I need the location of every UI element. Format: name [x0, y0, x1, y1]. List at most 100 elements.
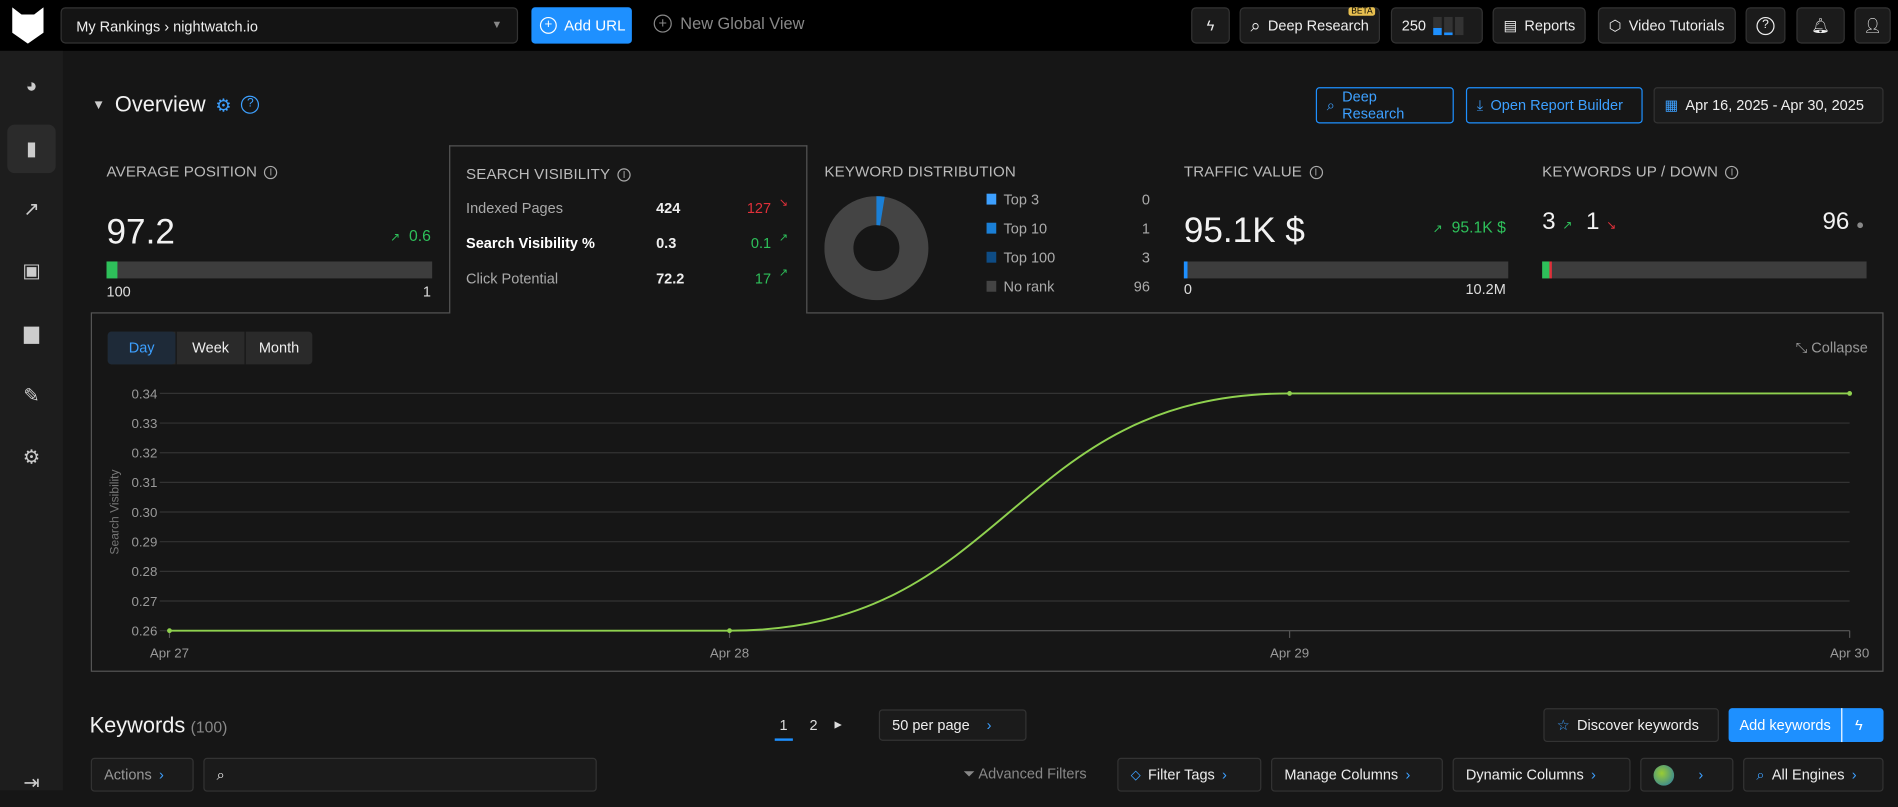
bar-chart-icon[interactable]: ▮: [7, 124, 56, 174]
info-icon[interactable]: i: [264, 165, 278, 179]
nightwatch-logo[interactable]: [12, 7, 44, 44]
beta-badge: BETA: [1348, 7, 1376, 16]
file-icon[interactable]: ▆: [7, 309, 55, 357]
open-report-builder-button[interactable]: ⤓ Open Report Builder: [1465, 87, 1643, 124]
page-1[interactable]: 1: [774, 717, 793, 741]
graduation-cap-icon: ⬡: [1608, 16, 1622, 34]
keywords-up-down-card: KEYWORDS UP / DOWN i 3 ↗ 1 ↘ 96 ●: [1542, 145, 1867, 312]
data-point[interactable]: [1847, 390, 1853, 396]
download-icon: ⤓: [1476, 96, 1484, 114]
y-tick-label: 0.33: [131, 416, 157, 431]
keywords-up-down-bar: [1542, 261, 1867, 279]
data-point[interactable]: [1287, 390, 1293, 396]
search-visibility-card[interactable]: SEARCH VISIBILITY i Indexed Pages 424 127…: [449, 145, 808, 314]
sidebar: ◕ ▮ ↗ ▣ ▆ ✎ ⚙ ⇥: [0, 50, 63, 794]
owl-icon: ▼: [91, 97, 106, 112]
all-engines-button[interactable]: ⌕ All Engines ›: [1743, 757, 1884, 792]
y-tick-label: 0.27: [131, 594, 157, 609]
average-position-card: AVERAGE POSITION i 97.2 ↗ 0.6 100 1: [106, 163, 433, 301]
globe-icon: [1653, 764, 1675, 786]
dynamic-columns-button[interactable]: Dynamic Columns ›: [1452, 757, 1631, 792]
date-range-picker[interactable]: ▦ Apr 16, 2025 - Apr 30, 2025: [1653, 87, 1884, 124]
data-point[interactable]: [167, 628, 172, 634]
help-button[interactable]: ?: [1745, 7, 1786, 44]
overview-header: ▼ Overview ⚙ ?: [91, 92, 260, 117]
line-chart: 0.26 0.27 0.28 0.29 0.30 0.31 0.32 0.33 0.34 Apr …: [108, 386, 1870, 660]
legend-swatch: [986, 251, 997, 263]
deep-research-button[interactable]: ⌕ Deep Research BETA: [1239, 7, 1380, 44]
x-tick-label: Apr 30: [1830, 645, 1869, 660]
arrow-up-icon: ↗: [390, 231, 401, 245]
expand-sidebar-icon[interactable]: ⇥: [7, 759, 55, 807]
y-tick-label: 0.34: [131, 386, 157, 401]
bell-icon: 🔔︎: [1811, 16, 1830, 34]
usage-bars-icon: [1433, 16, 1464, 35]
info-icon[interactable]: i: [1725, 165, 1739, 179]
keyword-distribution-card: KEYWORD DISTRIBUTION Top 3 0 Top 10 1 To…: [824, 145, 1153, 312]
chevron-right-icon: ›: [986, 716, 992, 734]
lightning-icon[interactable]: ϟ: [1841, 708, 1863, 743]
quick-actions-button[interactable]: ϟ: [1191, 7, 1230, 44]
star-icon: ☆: [1556, 716, 1570, 734]
reports-button[interactable]: ▤ Reports: [1492, 7, 1586, 44]
arrow-up-icon: ↗: [1432, 222, 1443, 237]
notifications-button[interactable]: 🔔︎: [1796, 7, 1845, 44]
info-icon[interactable]: i: [617, 167, 631, 181]
deep-research-button[interactable]: ⌕ Deep Research: [1315, 87, 1454, 124]
data-point[interactable]: [727, 628, 732, 634]
keyword-search-input[interactable]: ⌕: [203, 757, 597, 792]
chevron-right-icon: ›: [1405, 766, 1411, 784]
discover-keywords-button[interactable]: ☆ Discover keywords: [1543, 708, 1719, 743]
pencil-icon[interactable]: ✎: [7, 372, 55, 420]
chevron-right-icon: ›: [1851, 766, 1857, 784]
legend-item: No rank 96: [986, 278, 1150, 295]
arrow-up-icon: ↗: [778, 266, 789, 279]
pie-chart-icon[interactable]: ◕: [7, 63, 55, 111]
search-icon: ⌕: [1756, 765, 1765, 783]
profile-button[interactable]: 👤︎: [1854, 7, 1891, 44]
credits-button[interactable]: 250: [1390, 7, 1483, 44]
filter-tags-button[interactable]: ⬦ Filter Tags ›: [1117, 757, 1262, 792]
legend-swatch: [986, 222, 997, 234]
per-page-select[interactable]: 50 per page ›: [878, 709, 1027, 741]
new-global-view-button[interactable]: + New Global View: [653, 14, 804, 33]
dot-icon: ●: [1856, 217, 1865, 233]
position-bar: [106, 261, 433, 279]
arrow-up-icon: ↗: [778, 231, 789, 244]
search-icon: ⌕: [216, 765, 225, 783]
help-icon[interactable]: ?: [241, 95, 260, 114]
next-page-icon[interactable]: ▶: [834, 717, 841, 741]
arrow-down-icon: ↘: [778, 196, 789, 209]
project-select[interactable]: My Rankings › nightwatch.io ▼: [60, 7, 519, 44]
sv-row-label: Click Potential: [466, 269, 559, 287]
search-icon: ⌕: [1250, 15, 1261, 36]
actions-button[interactable]: Actions ›: [90, 757, 194, 792]
x-tick-label: Apr 27: [150, 645, 189, 660]
manage-columns-button[interactable]: Manage Columns ›: [1271, 757, 1443, 792]
x-tick-label: Apr 28: [710, 645, 749, 660]
sv-row: Indexed Pages 424 127 ↘: [466, 196, 789, 217]
sv-row-label: Indexed Pages: [466, 199, 563, 217]
keyword-distribution-donut: [824, 196, 929, 301]
gear-icon[interactable]: ⚙: [7, 433, 55, 481]
advanced-filters-button[interactable]: ⏷ Advanced Filters: [964, 765, 1087, 783]
add-url-button[interactable]: + Add URL: [531, 7, 632, 44]
keywords-heading: Keywords (100): [89, 712, 228, 738]
chevron-right-icon: ›: [1698, 766, 1704, 784]
traffic-bar: [1183, 261, 1509, 279]
user-icon: 👤︎: [1863, 16, 1882, 34]
trending-up-icon[interactable]: ↗: [7, 185, 55, 233]
location-button[interactable]: ›: [1640, 757, 1734, 792]
add-keywords-button[interactable]: Add keywords ϟ: [1728, 708, 1884, 743]
page-2[interactable]: 2: [809, 717, 817, 741]
legend-item: Top 3 0: [986, 191, 1150, 208]
chevron-right-icon: ›: [1591, 766, 1596, 784]
sv-row: Search Visibility % 0.3 0.1 ↗: [466, 231, 789, 252]
info-icon[interactable]: i: [1309, 165, 1323, 179]
video-tutorials-button[interactable]: ⬡ Video Tutorials: [1597, 7, 1736, 44]
gear-icon[interactable]: ⚙: [215, 94, 231, 116]
chevron-right-icon: ›: [159, 766, 164, 784]
calendar-icon: ▦: [1664, 96, 1679, 114]
pagination: 1 2 ▶: [774, 717, 842, 741]
report-icon[interactable]: ▣: [7, 247, 55, 295]
